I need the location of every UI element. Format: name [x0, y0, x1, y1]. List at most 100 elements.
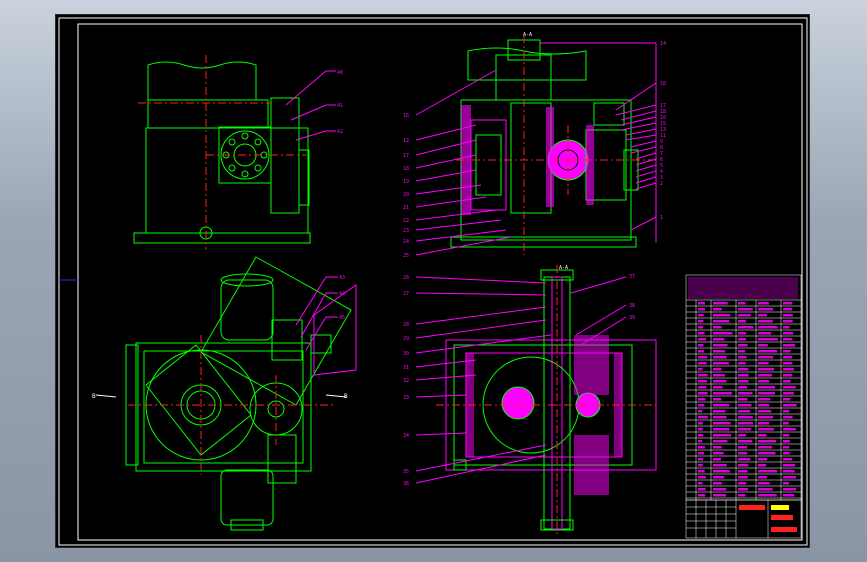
title-mark-1 [739, 505, 765, 510]
parts-list-cell-glyph [698, 464, 703, 467]
balloons-section-bottom-right: 37 38 39 [629, 274, 635, 321]
parts-list-cell-glyph [738, 392, 753, 395]
leaders-front [285, 70, 336, 141]
parts-list-cell-glyph [783, 314, 793, 317]
parts-list-cell-glyph [713, 320, 730, 323]
motor-upper [220, 279, 274, 341]
housing-base [133, 232, 311, 244]
section-base [450, 236, 637, 248]
parts-list-cell-glyph [713, 464, 727, 467]
parts-list-cell-glyph [783, 428, 796, 431]
parts-list-cell-glyph [698, 488, 706, 491]
balloon-43: 43 [339, 275, 345, 281]
side-marker-right: B [344, 393, 348, 400]
parts-list-cell-glyph [698, 326, 704, 329]
parts-list-cell-glyph [783, 440, 790, 443]
balloon-29: 29 [403, 336, 409, 342]
parts-list-cell-glyph [758, 374, 772, 377]
parts-list-cell-glyph [783, 374, 793, 377]
side-marker-left: B [92, 393, 96, 400]
motor-top-body [495, 54, 552, 101]
parts-list-cell-glyph [698, 428, 703, 431]
valve-block-2 [267, 434, 297, 484]
parts-list-cell-glyph [713, 362, 729, 365]
parts-list-cell-glyph [713, 488, 727, 491]
parts-list-cell-glyph [713, 434, 731, 437]
parts-list-cell-glyph [738, 434, 747, 437]
parts-list-cell-glyph [738, 470, 748, 473]
parts-list-cell-glyph [713, 332, 733, 335]
balloon-1: 1 [660, 215, 663, 221]
parts-list-cell-glyph [698, 380, 708, 383]
parts-list-cell-glyph [783, 356, 792, 359]
parts-list-cell-glyph [713, 446, 722, 449]
parts-list-cell-glyph [758, 404, 770, 407]
top-view: B B 43 44 45 [92, 256, 357, 531]
parts-list-cell-glyph [738, 446, 748, 449]
parts-list-cell-glyph [783, 446, 790, 449]
parts-list-cell-glyph [698, 404, 705, 407]
parts-list-cell-glyph [698, 350, 705, 353]
balloon-37: 37 [629, 274, 635, 280]
parts-list-cell-glyph [713, 470, 730, 473]
parts-list-cell-glyph [758, 482, 770, 485]
parts-list-cell-glyph [783, 452, 790, 455]
front-view: 40 41 42 [133, 55, 343, 250]
parts-list-cell-glyph [758, 314, 767, 317]
parts-list-cell-glyph [738, 428, 752, 431]
parts-list-cell-glyph [758, 452, 776, 455]
title-mark-4 [771, 527, 797, 532]
parts-list-cell-glyph [713, 338, 725, 341]
balloon-30: 30 [403, 351, 409, 357]
parts-list-cell-glyph [758, 308, 774, 311]
parts-list-cell-glyph [698, 374, 708, 377]
parts-list-cell-glyph [738, 314, 751, 317]
parts-list-cell-glyph [713, 344, 728, 347]
parts-list-cell-glyph [783, 488, 797, 491]
parts-list-cell-glyph [758, 458, 768, 461]
parts-list-cell-glyph [783, 386, 796, 389]
balloon-36: 36 [403, 481, 409, 487]
parts-list-cell-glyph [783, 434, 790, 437]
balloon-33: 33 [403, 395, 409, 401]
shaft-section [510, 102, 552, 214]
parts-list-cell-glyph [758, 368, 775, 371]
left-chamber-inner [475, 134, 502, 196]
parts-list-cell-glyph [738, 362, 746, 365]
parts-list-cell-glyph [738, 476, 748, 479]
parts-list-cell-glyph [758, 422, 770, 425]
parts-list-cell-glyph [698, 482, 703, 485]
parts-list-cell-glyph [713, 422, 731, 425]
balloon-39: 39 [629, 315, 635, 321]
title-mark-2 [771, 505, 789, 510]
parts-list-cell-glyph [738, 302, 746, 305]
parts-list-cell-glyph [698, 458, 703, 461]
parts-list-cell-glyph [783, 350, 791, 353]
parts-list-cell-glyph [713, 398, 722, 401]
parts-list-cell-glyph [783, 368, 795, 371]
parts-list-cell-glyph [783, 494, 795, 497]
cad-viewport[interactable]: 40 41 42 B B 43 44 45 A-A 16 12 17 18 19… [55, 14, 810, 548]
parts-list-cell-glyph [758, 320, 773, 323]
parts-list-cell-glyph [783, 458, 792, 461]
parts-list-cell-glyph [758, 470, 778, 473]
balloon-45: 45 [339, 315, 345, 321]
parts-list-cell-glyph [758, 350, 778, 353]
motor-top-cut [467, 47, 587, 81]
balloon-27: 27 [403, 291, 409, 297]
parts-list-cell-glyph [698, 416, 708, 419]
parts-list-cell-glyph [698, 476, 706, 479]
parts-list-cell-glyph [698, 338, 707, 341]
parts-list-text [688, 277, 798, 497]
parts-list-cell-glyph [738, 422, 754, 425]
parts-list-cell-glyph [738, 464, 749, 467]
parts-list-cell-glyph [758, 494, 777, 497]
balloon-10: 10 [660, 81, 666, 87]
parts-list-cell-glyph [758, 392, 775, 395]
engineering-drawing: 40 41 42 B B 43 44 45 A-A 16 12 17 18 19… [58, 17, 808, 546]
parts-list-cell-glyph [758, 416, 774, 419]
balloon-44: 44 [339, 291, 345, 297]
parts-list-cell-glyph [738, 326, 754, 329]
balloon-28: 28 [403, 322, 409, 328]
parts-list-cell-glyph [698, 344, 704, 347]
